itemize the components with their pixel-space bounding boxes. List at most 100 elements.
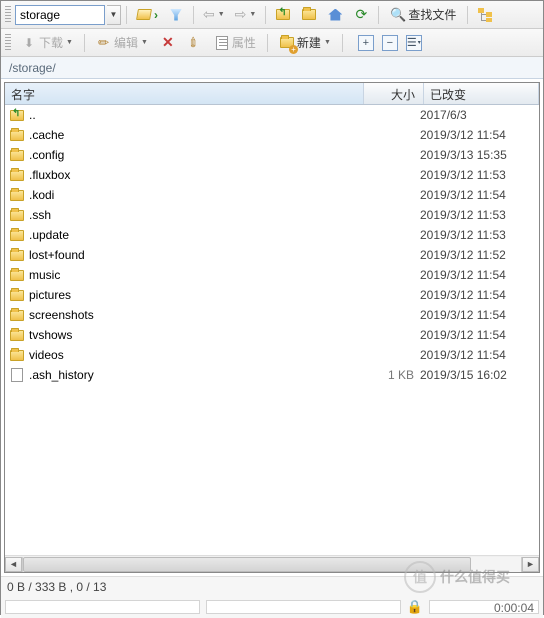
tree-icon — [477, 7, 493, 23]
item-name: .ssh — [29, 208, 51, 222]
home-icon — [327, 7, 343, 23]
root-dir-button[interactable] — [297, 4, 321, 26]
separator — [378, 6, 379, 24]
list-item[interactable]: .fluxbox2019/3/12 11:53 — [5, 165, 539, 185]
scroll-left-button[interactable]: ◄ — [5, 557, 22, 572]
download-label: 下载 — [39, 34, 63, 51]
folder-icon — [9, 187, 25, 203]
item-date: 2019/3/13 15:35 — [420, 148, 535, 162]
file-list[interactable]: .. 2017/6/3 .cache 2019/3/12 11:54 .config 20… — [5, 105, 539, 555]
address-dropdown[interactable]: ▼ — [107, 5, 121, 25]
rename-button[interactable]: ✐ — [182, 32, 206, 54]
filter-button[interactable] — [164, 4, 188, 26]
delete-icon: ✕ — [160, 35, 176, 51]
folder-icon — [9, 127, 25, 143]
path-bar[interactable]: /storage/ — [1, 57, 543, 79]
delete-button[interactable]: ✕ — [156, 32, 180, 54]
edit-label: 编辑 — [114, 34, 138, 51]
list-item[interactable]: music 2019/3/12 11:54 — [5, 265, 539, 285]
expand-button[interactable]: + — [358, 35, 374, 51]
item-date: 2019/3/15 16:02 — [420, 368, 535, 382]
list-item[interactable]: .update2019/3/12 11:53 — [5, 225, 539, 245]
refresh-button[interactable]: ⟳ — [349, 4, 373, 26]
tree-button[interactable] — [473, 4, 497, 26]
list-item[interactable]: lost+found2019/3/12 11:52 — [5, 245, 539, 265]
list-item[interactable]: screenshots2019/3/12 11:54 — [5, 305, 539, 325]
item-date: 2019/3/12 11:53 — [420, 228, 535, 242]
pencil-icon: ✎ — [93, 31, 116, 54]
item-name: .config — [29, 148, 64, 162]
folder-icon — [9, 287, 25, 303]
toolbar-grip[interactable] — [5, 6, 11, 24]
progress-slot — [5, 600, 200, 614]
horizontal-scrollbar[interactable]: ◄ ► — [5, 555, 539, 572]
list-item[interactable]: videos2019/3/12 11:54 — [5, 345, 539, 365]
list-item[interactable]: .. 2017/6/3 — [5, 105, 539, 125]
rename-icon: ✐ — [183, 31, 206, 54]
item-date: 2019/3/12 11:54 — [420, 188, 535, 202]
file-icon — [9, 367, 25, 383]
item-name: music — [29, 268, 60, 282]
elapsed-time: 0:00:04 — [494, 601, 534, 615]
list-item[interactable]: .ash_history 1 KB2019/3/15 16:02 — [5, 365, 539, 385]
properties-button[interactable]: 属性 — [208, 32, 262, 54]
folder-up-icon — [275, 7, 291, 23]
column-size[interactable]: 大小 — [364, 83, 424, 104]
collapse-button[interactable]: − — [382, 35, 398, 51]
item-date: 2019/3/12 11:54 — [420, 268, 535, 282]
home-button[interactable] — [323, 4, 347, 26]
forward-button[interactable]: ⇨▼ — [231, 4, 261, 26]
folder-icon — [9, 247, 25, 263]
list-item[interactable]: .kodi2019/3/12 11:54 — [5, 185, 539, 205]
open-dir-button[interactable]: › — [132, 4, 162, 26]
list-item[interactable]: .cache 2019/3/12 11:54 — [5, 125, 539, 145]
item-date: 2017/6/3 — [420, 108, 535, 122]
list-item[interactable]: tvshows2019/3/12 11:54 — [5, 325, 539, 345]
folder-open-icon — [136, 7, 152, 23]
list-item[interactable]: .ssh 2019/3/12 11:53 — [5, 205, 539, 225]
item-name: lost+found — [29, 248, 85, 262]
folder-icon — [9, 147, 25, 163]
elapsed-slot: 0:00:04 — [429, 600, 539, 614]
view-mode-button[interactable]: ☰▾ — [406, 35, 422, 51]
item-date: 2019/3/12 11:54 — [420, 288, 535, 302]
item-date: 2019/3/12 11:54 — [420, 128, 535, 142]
item-date: 2019/3/12 11:54 — [420, 348, 535, 362]
find-files-button[interactable]: 🔍 查找文件 — [384, 4, 462, 26]
search-icon: 🔍 — [390, 7, 406, 23]
scroll-thumb[interactable] — [23, 557, 471, 572]
item-name: .ash_history — [29, 368, 94, 382]
list-item[interactable]: pictures 2019/3/12 11:54 — [5, 285, 539, 305]
edit-button[interactable]: ✎ 编辑 ▼ — [90, 32, 154, 54]
back-button[interactable]: ⇦▼ — [199, 4, 229, 26]
properties-label: 属性 — [232, 34, 256, 51]
address-input[interactable] — [15, 5, 105, 25]
lock-icon[interactable]: 🔒 — [407, 599, 423, 615]
toolbar-grip[interactable] — [5, 34, 11, 52]
folder-icon — [9, 227, 25, 243]
parent-dir-button[interactable] — [271, 4, 295, 26]
item-date: 2019/3/12 11:53 — [420, 208, 535, 222]
list-item[interactable]: .config 2019/3/13 15:35 — [5, 145, 539, 165]
separator — [467, 6, 468, 24]
item-date: 2019/3/12 11:54 — [420, 308, 535, 322]
item-name: .. — [29, 108, 36, 122]
column-changed[interactable]: 已改变 — [424, 83, 539, 104]
item-name: .cache — [29, 128, 64, 142]
item-name: pictures — [29, 288, 71, 302]
item-date: 2019/3/12 11:53 — [420, 168, 535, 182]
selection-status: 0 B / 333 B , 0 / 13 — [7, 580, 106, 594]
separator — [265, 6, 266, 24]
folder-icon — [9, 267, 25, 283]
column-name[interactable]: 名字 — [5, 83, 364, 104]
new-button[interactable]: 新建 ▼ — [273, 32, 337, 54]
scroll-track[interactable] — [22, 557, 522, 572]
find-files-label: 查找文件 — [408, 6, 456, 23]
download-button[interactable]: ⬇ 下载 ▼ — [15, 32, 79, 54]
folder-icon — [301, 7, 317, 23]
status-bar: 0 B / 333 B , 0 / 13 — [1, 576, 543, 596]
folder-icon — [9, 167, 25, 183]
progress-slot-2 — [206, 600, 401, 614]
item-size: 1 KB — [360, 368, 420, 382]
scroll-right-button[interactable]: ► — [522, 557, 539, 572]
